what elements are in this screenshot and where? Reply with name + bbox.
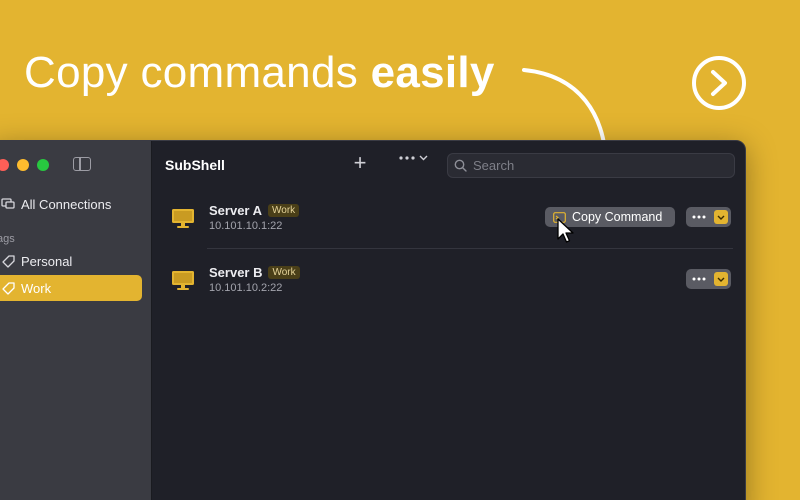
cursor-icon	[557, 218, 574, 243]
ellipsis-icon	[692, 215, 706, 219]
app-window: All Connections ags Personal Work SubShe…	[0, 140, 746, 500]
sidebar-toggle-icon[interactable]	[73, 157, 91, 171]
row-divider	[207, 248, 733, 249]
copy-command-label: Copy Command	[572, 210, 663, 224]
headline-regular: Copy commands	[24, 48, 359, 97]
server-address: 10.101.10.2:22	[209, 282, 283, 294]
tags-section-header: ags	[0, 233, 15, 245]
server-row[interactable]: Server B Work 10.101.10.2:22	[153, 251, 745, 311]
zoom-window-button[interactable]	[37, 159, 49, 171]
app-title: SubShell	[165, 157, 225, 173]
add-connection-button[interactable]: +	[349, 150, 371, 175]
ellipsis-icon	[692, 277, 706, 281]
close-window-button[interactable]	[0, 159, 9, 171]
row-actions-menu[interactable]	[686, 207, 731, 227]
monitor-icon	[172, 271, 194, 290]
promo-headline: Copy commands easily	[24, 48, 495, 98]
server-row[interactable]: Server A Work 10.101.10.1:22 Copy Comman…	[153, 189, 745, 249]
sidebar-item-all-connections[interactable]: All Connections	[0, 191, 149, 217]
server-address: 10.101.10.1:22	[209, 220, 283, 232]
tag-icon	[1, 281, 15, 295]
minimize-window-button[interactable]	[17, 159, 29, 171]
headline-bold: easily	[370, 48, 495, 97]
search-input[interactable]	[473, 158, 713, 173]
row-actions-menu[interactable]	[686, 269, 731, 289]
search-icon	[454, 159, 467, 172]
chevron-right-circle-icon	[711, 70, 727, 96]
chevron-down-icon	[714, 272, 728, 286]
main-panel: SubShell + Server A Work 10.101.10.1:22	[153, 141, 745, 500]
tag-badge: Work	[268, 204, 300, 217]
server-name-text: Server A	[209, 203, 262, 218]
server-name-text: Server B	[209, 265, 263, 280]
chevron-down-icon	[714, 210, 728, 224]
tag-badge: Work	[268, 266, 300, 279]
sidebar-item-label: Personal	[21, 253, 73, 269]
tag-icon	[1, 254, 15, 268]
chevron-down-icon	[419, 155, 428, 161]
plus-icon: +	[353, 150, 367, 175]
sidebar-item-label: Work	[21, 280, 52, 296]
sidebar-item-work[interactable]: Work	[0, 275, 142, 301]
next-button[interactable]	[692, 56, 746, 110]
server-name: Server A Work	[209, 203, 300, 218]
sidebar-item-personal[interactable]: Personal	[0, 248, 149, 274]
search-field[interactable]	[447, 153, 735, 178]
monitor-icon	[172, 209, 194, 228]
sidebar-item-label: All Connections	[21, 196, 112, 212]
connections-icon	[1, 197, 15, 211]
server-name: Server B Work	[209, 265, 300, 280]
more-options-menu[interactable]	[399, 155, 428, 161]
sidebar: All Connections ags Personal Work	[0, 141, 152, 500]
ellipsis-icon	[399, 156, 415, 160]
